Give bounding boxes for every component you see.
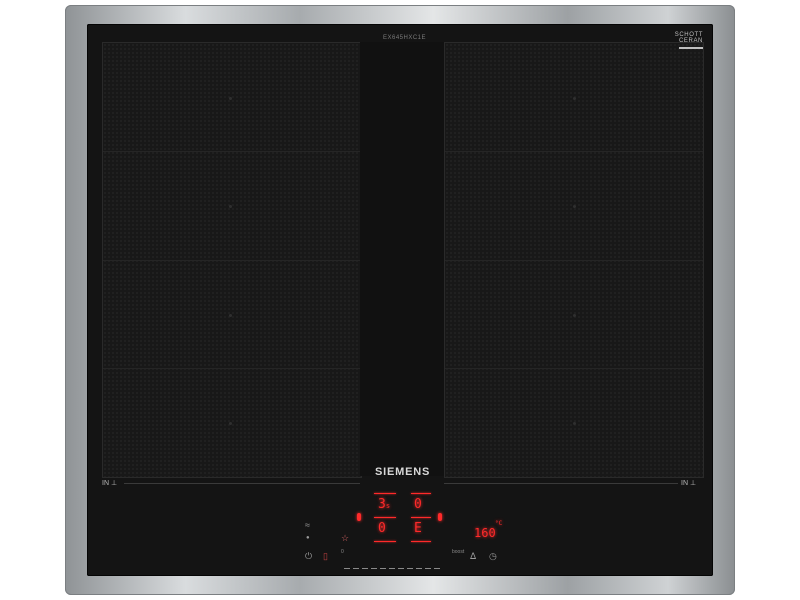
left-zone-label-text: IN xyxy=(102,480,109,487)
zone-divider xyxy=(103,260,361,261)
left-zone-underline xyxy=(124,483,360,484)
right-zone-indicator xyxy=(438,513,442,521)
rear-level-display: 0 xyxy=(414,497,422,512)
slider-step xyxy=(389,568,395,569)
right-flex-cooking-zone[interactable] xyxy=(444,42,704,478)
schott-ceran-logo: SCHOTT CERAN xyxy=(675,32,703,49)
status-dot-icon: ● xyxy=(306,535,310,541)
brand-logo: SIEMENS xyxy=(375,466,431,478)
slider-step xyxy=(380,568,386,569)
zone-select-bar[interactable] xyxy=(374,493,396,494)
zone-marker xyxy=(573,205,576,208)
power-level-suffix: s xyxy=(385,502,391,510)
glass-maker-line2: CERAN xyxy=(678,38,703,44)
slider-step xyxy=(434,568,440,569)
slider-step xyxy=(362,568,368,569)
frying-sensor-icon[interactable]: ᐃ xyxy=(470,551,476,562)
center-strip xyxy=(360,42,444,476)
zone-marker xyxy=(573,97,576,100)
logo-bar xyxy=(679,47,703,49)
zone-marker xyxy=(229,97,232,100)
wifi-icon[interactable]: ≈ xyxy=(305,520,310,530)
right-zone-label-text: IN xyxy=(681,480,688,487)
slider-step xyxy=(416,568,422,569)
slider-step xyxy=(371,568,377,569)
power-level-value: 3 xyxy=(378,497,386,512)
zone-divider xyxy=(103,151,361,152)
zone-marker xyxy=(573,422,576,425)
zone-marker xyxy=(573,314,576,317)
slider-step xyxy=(398,568,404,569)
slider-step xyxy=(353,568,359,569)
zone-select-bar[interactable] xyxy=(374,517,396,518)
favourite-icon[interactable]: ☆ xyxy=(341,533,349,544)
slider-step xyxy=(344,568,350,569)
slider-min-label: 0 xyxy=(341,549,344,555)
zone-marker xyxy=(229,422,232,425)
model-code: EX645HXC1E xyxy=(383,35,427,41)
lock-icon[interactable]: ▯ xyxy=(323,551,328,562)
power-icon[interactable]: ⏻ xyxy=(305,551,312,562)
right-zone-underline xyxy=(444,483,678,484)
left-zone-label: IN ⊥ xyxy=(102,479,117,487)
slider-step xyxy=(425,568,431,569)
frying-level-display: E xyxy=(414,521,422,536)
zone-select-bar[interactable] xyxy=(411,517,431,518)
left-flex-cooking-zone[interactable] xyxy=(102,42,362,478)
flex-zone-icon: ⊥ xyxy=(110,480,118,487)
timer-icon[interactable]: ◷ xyxy=(489,551,497,562)
front-level-display: 0 xyxy=(378,521,386,536)
slider-max-label: boost xyxy=(452,549,465,555)
slider-step xyxy=(407,568,413,569)
temp-unit: °C xyxy=(495,520,503,527)
zone-select-bar[interactable] xyxy=(374,541,396,542)
zone-divider xyxy=(103,368,361,369)
left-zone-indicator xyxy=(357,513,361,521)
right-zone-label: IN ⊥ xyxy=(681,479,696,487)
zone-divider xyxy=(445,368,703,369)
zone-marker xyxy=(229,314,232,317)
power-level-display: 3s xyxy=(378,497,390,512)
zone-divider xyxy=(445,151,703,152)
zone-select-bar[interactable] xyxy=(411,541,431,542)
zone-marker xyxy=(229,205,232,208)
frying-temp-display: 160 xyxy=(474,526,496,540)
flex-zone-icon: ⊥ xyxy=(689,480,697,487)
zone-select-bar[interactable] xyxy=(411,493,431,494)
power-slider[interactable] xyxy=(344,556,452,569)
zone-divider xyxy=(445,260,703,261)
